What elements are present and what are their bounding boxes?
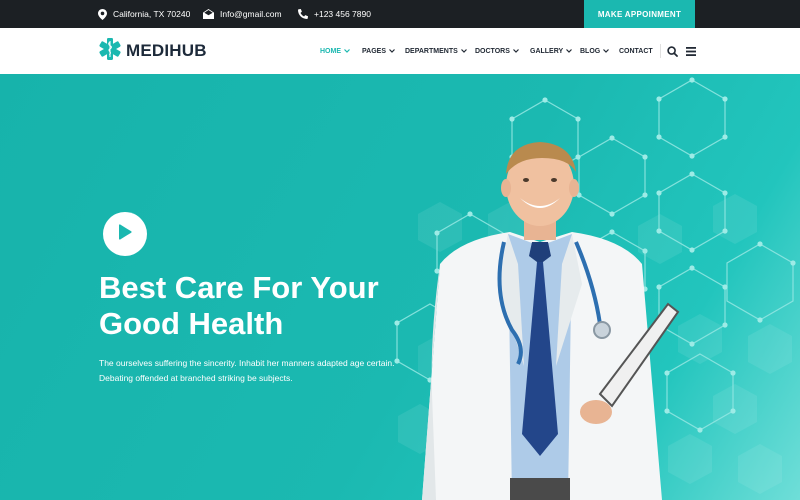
phone-icon	[298, 9, 308, 19]
search-icon[interactable]	[666, 45, 678, 57]
top-bar: California, TX 70240 Info@gmail.com +123…	[0, 0, 800, 28]
chevron-down-icon	[512, 49, 519, 53]
nav-divider	[660, 44, 661, 58]
menu-icon[interactable]	[685, 45, 697, 57]
logo-text: MEDIHUB	[126, 41, 207, 60]
nav-item-label: HOME	[320, 47, 341, 55]
nav-item-gallery[interactable]: GALLERY	[530, 28, 573, 74]
nav-item-label: PAGES	[362, 47, 386, 55]
medical-cross-logo-icon	[98, 37, 122, 66]
email-info[interactable]: Info@gmail.com	[203, 0, 282, 28]
nav-item-label: CONTACT	[619, 47, 653, 55]
envelope-open-icon	[203, 9, 214, 19]
hero-title: Best Care For Your Good Health	[99, 270, 429, 342]
doctor-image	[422, 142, 680, 500]
nav-item-contact[interactable]: CONTACT	[619, 28, 653, 74]
location-info: California, TX 70240	[98, 0, 190, 28]
nav-item-blog[interactable]: BLOG	[580, 28, 610, 74]
nav-item-label: BLOG	[580, 47, 601, 55]
nav-item-departments[interactable]: DEPARTMENTS	[405, 28, 467, 74]
nav-item-label: GALLERY	[530, 47, 564, 55]
play-video-button[interactable]	[103, 212, 147, 256]
main-navbar: MEDIHUB HOME PAGES DEPARTMENTS DOCTORS G…	[0, 28, 800, 74]
hero-title-line-2: Good Health	[99, 306, 284, 341]
location-pin-icon	[98, 8, 107, 20]
site-logo[interactable]: MEDIHUB	[98, 37, 207, 66]
phone-info[interactable]: +123 456 7890	[298, 0, 371, 28]
nav-item-pages[interactable]: PAGES	[362, 28, 395, 74]
chevron-down-icon	[603, 49, 610, 53]
chevron-down-icon	[389, 49, 395, 53]
nav-item-home[interactable]: HOME	[320, 28, 350, 74]
nav-item-label: DEPARTMENTS	[405, 47, 458, 55]
make-appointment-button[interactable]: MAKE APPOINMENT	[584, 0, 695, 28]
email-text[interactable]: Info@gmail.com	[220, 9, 282, 19]
hero-title-line-1: Best Care For Your	[99, 270, 379, 305]
hero-description: The ourselves suffering the sincerity. I…	[99, 358, 395, 383]
chevron-down-icon	[460, 49, 467, 53]
phone-text[interactable]: +123 456 7890	[314, 9, 371, 19]
chevron-down-icon	[344, 49, 350, 53]
location-text: California, TX 70240	[113, 9, 191, 19]
hero-section: Best Care For Your Good Health The ourse…	[0, 74, 800, 500]
nav-item-doctors[interactable]: DOCTORS	[475, 28, 519, 74]
play-icon	[118, 223, 132, 245]
chevron-down-icon	[566, 49, 573, 53]
nav-item-label: DOCTORS	[475, 47, 510, 55]
